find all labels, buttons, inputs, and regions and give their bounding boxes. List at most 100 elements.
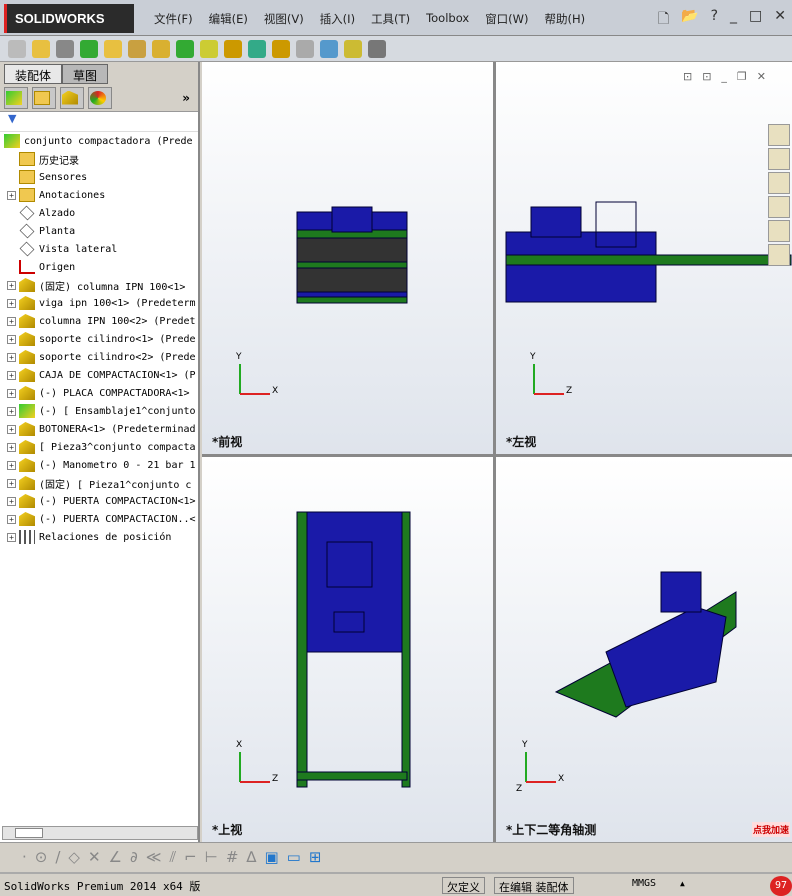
toolbar-tool-icon[interactable]	[176, 39, 194, 58]
tab-sketch[interactable]: 草图	[62, 64, 109, 84]
menu-item[interactable]: 工具(T)	[363, 6, 418, 30]
expand-toggle[interactable]: +	[7, 442, 16, 452]
configuration-manager-tab[interactable]	[60, 86, 84, 109]
tree-item[interactable]: Sensores	[0, 168, 198, 186]
toolbar-tool-icon[interactable]	[104, 39, 122, 58]
units-selector[interactable]: MMGS	[632, 878, 656, 889]
expand-toggle[interactable]: +	[7, 496, 16, 506]
speedup-badge[interactable]: 点我加速	[752, 822, 791, 837]
tree-item[interactable]: + (-) [ Ensamblaje1^conjunto	[0, 402, 198, 420]
expand-toggle[interactable]: +	[7, 280, 16, 290]
home-icon[interactable]	[768, 124, 790, 146]
tree-item[interactable]: Planta	[0, 222, 198, 240]
viewport-restore-button[interactable]: ❐	[737, 70, 747, 83]
spline-icon[interactable]: ∂	[130, 848, 138, 866]
grid-icon[interactable]: #	[226, 848, 239, 866]
tree-item[interactable]: Alzado	[0, 204, 198, 222]
expand-toggle[interactable]: +	[7, 460, 16, 470]
viewport-front[interactable]: Y X *前视	[202, 62, 493, 454]
filter-button[interactable]: ▼	[0, 112, 198, 132]
tree-item[interactable]: + soporte cilindro<1> (Prede	[0, 330, 198, 348]
menu-item[interactable]: 插入(I)	[312, 6, 363, 30]
single-view-icon[interactable]: ▭	[287, 848, 301, 866]
tree-item[interactable]: + (固定) columna IPN 100<1>	[0, 276, 198, 294]
toolbar-tool-icon[interactable]	[8, 39, 26, 58]
expand-toggle[interactable]: +	[7, 388, 16, 398]
circle-icon[interactable]: ⊙	[35, 848, 48, 866]
corner-icon[interactable]: ⌐	[184, 848, 197, 866]
expand-toggle[interactable]: +	[7, 424, 16, 434]
expand-toggle[interactable]: +	[7, 298, 16, 308]
scrollbar-thumb[interactable]	[15, 828, 43, 838]
four-view-icon[interactable]: ⊞	[309, 848, 322, 866]
new-document-icon[interactable]: 🗋	[658, 8, 669, 32]
expand-toggle[interactable]: +	[7, 532, 16, 542]
tree-item[interactable]: + (-) Manometro 0 - 21 bar 1	[0, 456, 198, 474]
viewport-isometric[interactable]: Y X Z *上下二等角轴测	[496, 457, 792, 842]
tree-item[interactable]: + soporte cilindro<2> (Prede	[0, 348, 198, 366]
menu-item[interactable]: 视图(V)	[256, 6, 312, 30]
menu-item[interactable]: 窗口(W)	[477, 6, 536, 30]
parallel-icon[interactable]: ⫽	[169, 848, 176, 866]
toolbar-tool-icon[interactable]	[32, 39, 50, 58]
custom-properties-icon[interactable]	[768, 244, 790, 266]
appearances-icon[interactable]	[768, 220, 790, 242]
toolbar-tool-icon[interactable]	[296, 39, 314, 58]
tree-item[interactable]: conjunto compactadora (Prede	[0, 132, 198, 150]
unlink-views-icon[interactable]: ⊡	[702, 70, 711, 83]
toolbar-tool-icon[interactable]	[152, 39, 170, 58]
menu-item[interactable]: 帮助(H)	[537, 6, 594, 30]
toolbar-tool-icon[interactable]	[320, 39, 338, 58]
toolbar-tool-icon[interactable]	[272, 39, 290, 58]
viewport-minimize-button[interactable]: _	[721, 70, 727, 83]
view-palette-icon[interactable]	[768, 196, 790, 218]
polygon-icon[interactable]: ◇	[68, 848, 80, 866]
expand-toggle[interactable]: +	[7, 406, 16, 416]
speedup-counter[interactable]: 97	[770, 876, 792, 896]
3d-view-icon[interactable]: ▣	[264, 848, 278, 866]
design-library-icon[interactable]	[768, 148, 790, 170]
expand-toggle[interactable]: +	[7, 478, 16, 488]
expand-toggle[interactable]: +	[7, 370, 16, 380]
tab-assembly[interactable]: 装配体	[4, 64, 63, 84]
property-manager-tab[interactable]	[32, 86, 56, 109]
expand-toggle[interactable]: +	[7, 316, 16, 326]
graphics-area[interactable]: 🔍 🔍 ↶ ▯ ▣▾ ◧▾ ◎▾ ● ♣▾ ▤▾ YX*前视 YZ*左视 XZ*…	[202, 62, 792, 842]
display-manager-tab[interactable]	[88, 86, 112, 109]
tree-item[interactable]: + columna IPN 100<2> (Predet	[0, 312, 198, 330]
expand-toggle[interactable]: +	[7, 352, 16, 362]
expand-toggle[interactable]: +	[7, 334, 16, 344]
tree-item[interactable]: + CAJA DE COMPACTACION<1> (P	[0, 366, 198, 384]
help-button[interactable]: ?	[711, 8, 718, 32]
point-icon[interactable]: ·	[22, 848, 27, 866]
toolbar-tool-icon[interactable]	[80, 39, 98, 58]
tree-item[interactable]: + (-) PUERTA COMPACTACION..<	[0, 510, 198, 528]
solidworks-logo[interactable]: SOLIDWORKS	[4, 4, 134, 33]
tree-item[interactable]: Vista lateral	[0, 240, 198, 258]
tree-item[interactable]: Origen	[0, 258, 198, 276]
angle-icon[interactable]: ∠	[109, 848, 122, 866]
units-arrow-icon[interactable]: ▲	[680, 879, 685, 888]
tree-item[interactable]: + (-) PUERTA COMPACTACION<1>	[0, 492, 198, 510]
feature-manager-tab[interactable]	[4, 86, 28, 109]
link-views-icon[interactable]: ⊡	[683, 70, 692, 83]
horizontal-scrollbar[interactable]	[2, 826, 198, 840]
tree-item[interactable]: + viga ipn 100<1> (Predeterm	[0, 294, 198, 312]
tree-item[interactable]: 历史记录	[0, 150, 198, 168]
toolbar-tool-icon[interactable]	[128, 39, 146, 58]
relation-icon[interactable]: ∆	[246, 848, 256, 866]
toolbar-tool-icon[interactable]	[224, 39, 242, 58]
open-folder-icon[interactable]: 📂	[681, 8, 698, 32]
trim-icon[interactable]: ✕	[88, 848, 101, 866]
line-icon[interactable]: /	[55, 848, 60, 866]
tree-item[interactable]: + Anotaciones	[0, 186, 198, 204]
file-explorer-icon[interactable]	[768, 172, 790, 194]
tree-item[interactable]: + Relaciones de posición	[0, 528, 198, 546]
menu-item[interactable]: Toolbox	[418, 6, 477, 30]
tree-item[interactable]: + [ Pieza3^conjunto compacta	[0, 438, 198, 456]
toolbar-tool-icon[interactable]	[368, 39, 386, 58]
viewport-top[interactable]: X Z *上视	[202, 457, 493, 842]
toolbar-tool-icon[interactable]	[344, 39, 362, 58]
expand-toggle[interactable]: +	[7, 514, 16, 524]
toolbar-tool-icon[interactable]	[200, 39, 218, 58]
